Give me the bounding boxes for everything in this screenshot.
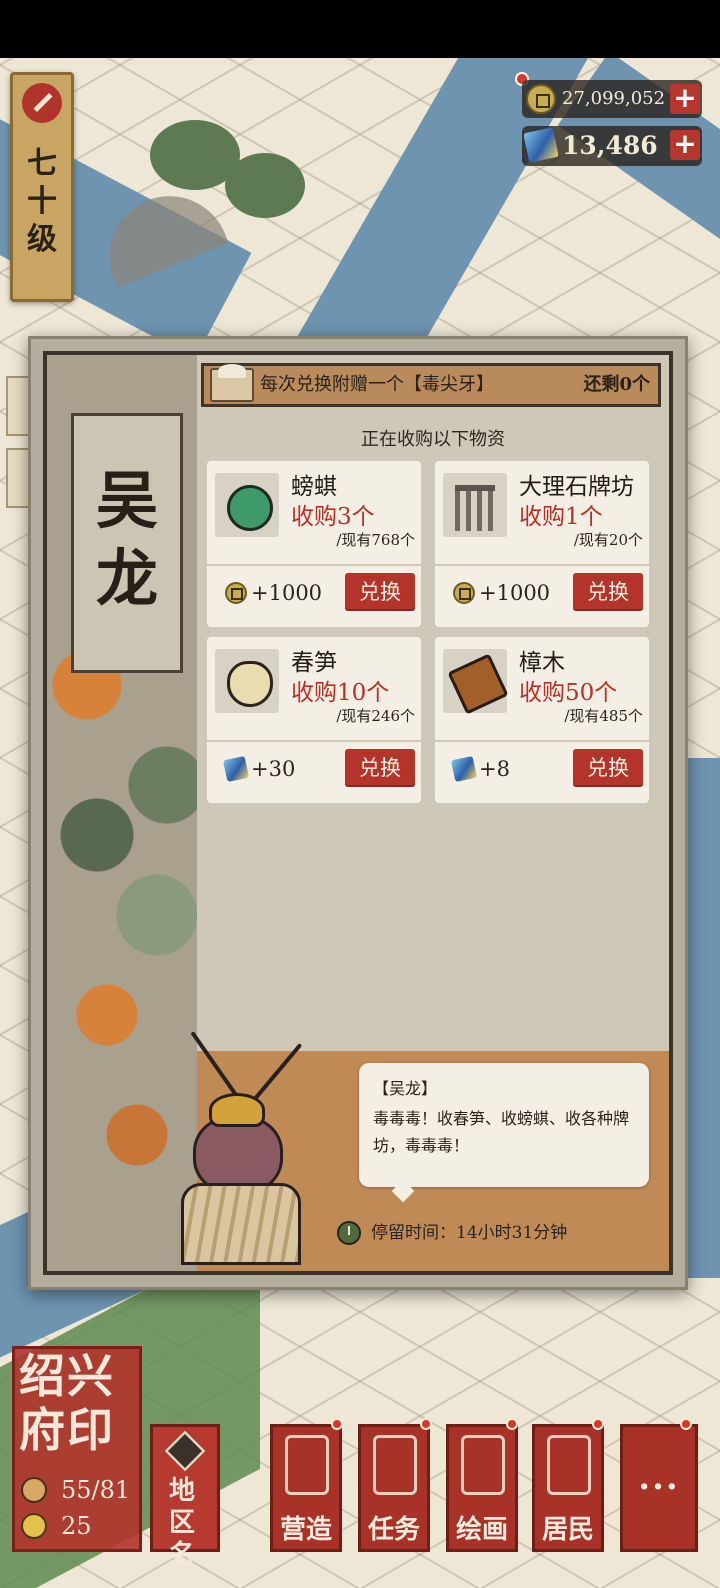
speech-bubble: 【吴龙】 毒毒毒！收春笋、收螃蜞、收各种牌坊，毒毒毒！ (359, 1063, 649, 1187)
region-label: 地区名 (169, 1476, 196, 1570)
merchant-name: 吴龙 (95, 464, 158, 615)
camphor-wood-icon (443, 649, 507, 713)
archway-icon (443, 473, 507, 537)
build-label: 营造 (279, 1515, 332, 1545)
divider (207, 740, 421, 742)
painting-label: 绘画 (455, 1515, 508, 1545)
painting-button[interactable]: 绘画 (446, 1424, 518, 1552)
item-buy-quantity: 收购1个 (519, 504, 603, 530)
gem-icon (222, 755, 250, 783)
residents-button[interactable]: 居民 (532, 1424, 604, 1552)
item-name: 春笋 (291, 650, 337, 676)
more-icon: ··· (638, 1467, 680, 1507)
population-stat: 55/81 (21, 1473, 141, 1507)
item-name: 樟木 (519, 650, 565, 676)
task-button[interactable]: 任务 (358, 1424, 430, 1552)
trade-card: 大理石牌坊 收购1个 /现有20个 +1000 兑换 (435, 461, 649, 627)
gems-bar: 13,486 + (522, 126, 702, 166)
exchange-button[interactable]: 兑换 (345, 573, 415, 611)
gems-value: 13,486 (562, 131, 658, 160)
clock-icon (337, 1221, 361, 1245)
book-icon (373, 1435, 417, 1495)
reward-value: +8 (479, 757, 510, 781)
coin-icon (526, 84, 556, 114)
divider (435, 740, 649, 742)
merchant-dialog: 吴龙 每次兑换附赠一个【毒尖牙】 还剩0个 正在收购以下物资 螃蜞 收购3个 /… (28, 336, 688, 1290)
item-buy-quantity: 收购3个 (291, 504, 375, 530)
scroll-icon (461, 1435, 505, 1495)
gem-icon (523, 127, 559, 163)
item-owned-count: /现有20个 (573, 531, 643, 549)
task-label: 任务 (367, 1515, 420, 1545)
merchant-hat (209, 1093, 265, 1127)
crab-icon (215, 473, 279, 537)
bonus-text: 每次兑换附赠一个【毒尖牙】 (260, 374, 494, 395)
smiley-icon (21, 1513, 47, 1539)
purchase-subtitle: 正在收购以下物资 (361, 429, 505, 450)
coin-icon (225, 582, 247, 604)
bamboo-shoot-icon (215, 649, 279, 713)
item-buy-quantity: 收购10个 (291, 680, 390, 706)
gift-chest-icon (210, 364, 254, 402)
person-icon (21, 1477, 47, 1503)
trade-card: 春笋 收购10个 /现有246个 +30 兑换 (207, 637, 421, 803)
more-button[interactable]: ··· (620, 1424, 698, 1552)
trade-card: 樟木 收购50个 /现有485个 +8 兑换 (435, 637, 649, 803)
population-value: 55/81 (61, 1476, 131, 1504)
happiness-value: 25 (61, 1512, 92, 1540)
bonus-banner: 每次兑换附赠一个【毒尖牙】 还剩0个 (201, 363, 661, 407)
divider (435, 564, 649, 566)
prefecture-seal[interactable]: 绍兴府印 55/81 25 (12, 1346, 142, 1552)
seal-title: 绍兴府印 (19, 1349, 115, 1457)
merchant-scarf (181, 1183, 301, 1265)
dialog-frame: 吴龙 每次兑换附赠一个【毒尖牙】 还剩0个 正在收购以下物资 螃蜞 收购3个 /… (43, 351, 673, 1275)
divider (207, 564, 421, 566)
coins-bar: 27,099,052 + (522, 80, 702, 118)
level-badge[interactable]: 七十级 (10, 72, 74, 302)
exchange-button[interactable]: 兑换 (573, 749, 643, 787)
item-owned-count: /现有485个 (564, 707, 643, 725)
merchant-character (143, 1031, 323, 1265)
exchange-button[interactable]: 兑换 (345, 749, 415, 787)
item-name: 螃蜞 (291, 474, 337, 500)
item-owned-count: /现有768个 (336, 531, 415, 549)
resident-icon (547, 1435, 591, 1495)
notification-dot (680, 1418, 692, 1430)
notification-dot (331, 1418, 343, 1430)
item-owned-count: /现有246个 (336, 707, 415, 725)
dialogue-text: 毒毒毒！收春笋、收螃蜞、收各种牌坊，毒毒毒！ (373, 1109, 630, 1155)
item-buy-quantity: 收购50个 (519, 680, 618, 706)
stay-time-text: 停留时间：14小时31分钟 (371, 1223, 568, 1243)
add-coins-button[interactable]: + (670, 84, 700, 114)
reward-value: +1000 (479, 581, 551, 605)
level-text: 七十级 (27, 146, 57, 257)
build-button[interactable]: 营造 (270, 1424, 342, 1552)
coins-value: 27,099,052 (562, 88, 666, 109)
brush-emblem-icon (22, 83, 62, 123)
residents-label: 居民 (541, 1515, 594, 1545)
happiness-stat: 25 (21, 1509, 141, 1543)
pagoda-icon (285, 1435, 329, 1495)
name-scroll: 吴龙 (71, 413, 183, 673)
remaining-count: 还剩0个 (583, 374, 650, 395)
item-name: 大理石牌坊 (519, 474, 634, 500)
status-bar (0, 0, 720, 58)
speaker-name: 【吴龙】 (373, 1079, 438, 1098)
coin-icon (453, 582, 475, 604)
exchange-button[interactable]: 兑换 (573, 573, 643, 611)
reward-value: +1000 (251, 581, 323, 605)
add-gems-button[interactable]: + (670, 130, 700, 160)
diamond-icon (164, 1430, 206, 1472)
gem-icon (450, 755, 478, 783)
reward-value: +30 (251, 757, 296, 781)
notification-dot (506, 1418, 518, 1430)
notification-dot (592, 1418, 604, 1430)
tree (225, 153, 305, 218)
region-name-button[interactable]: 地区名 (150, 1424, 220, 1570)
trade-card: 螃蜞 收购3个 /现有768个 +1000 兑换 (207, 461, 421, 627)
notification-dot (420, 1418, 432, 1430)
